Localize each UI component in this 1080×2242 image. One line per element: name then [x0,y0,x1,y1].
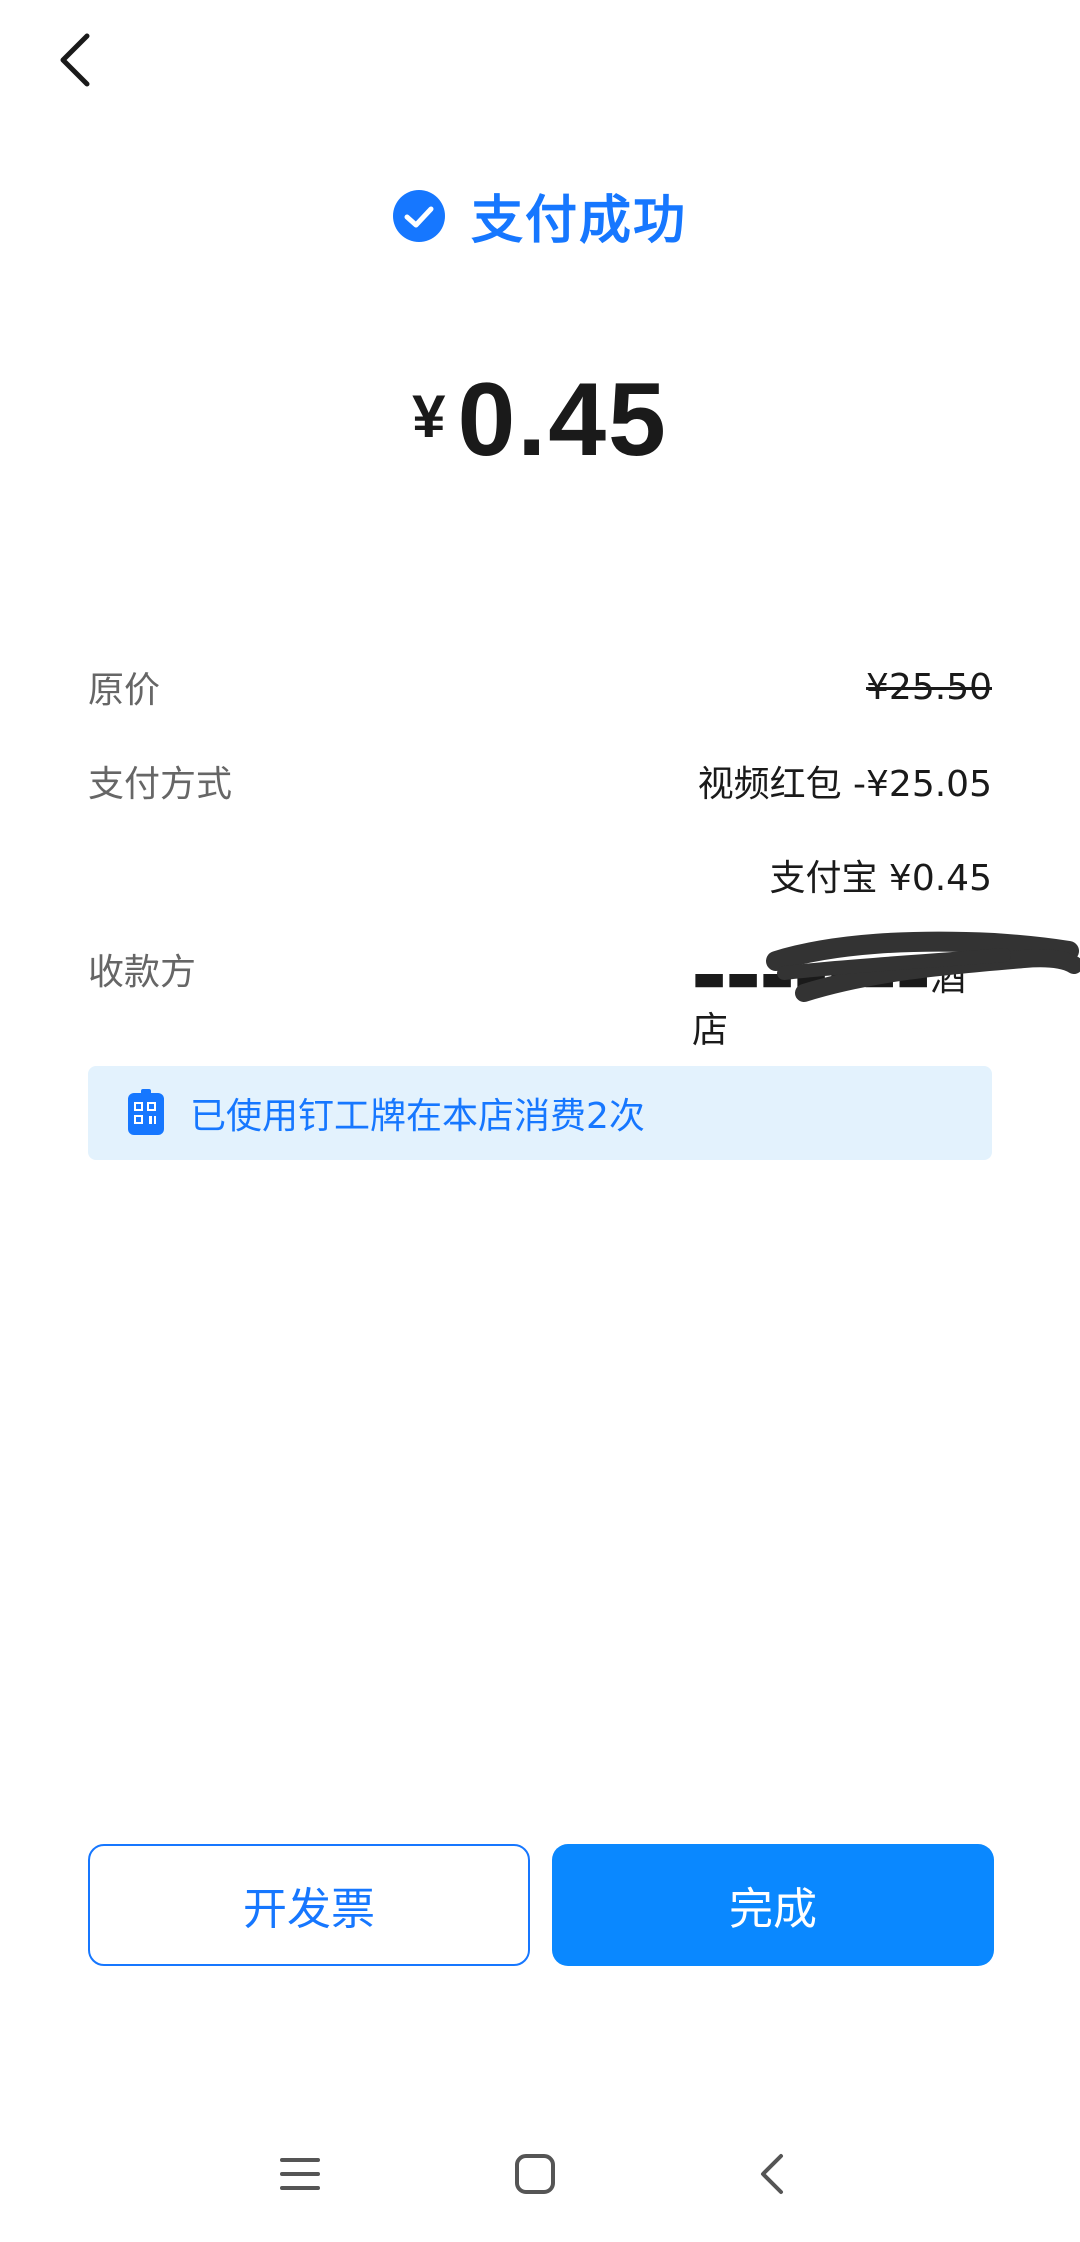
paid-amount: ¥ 0.45 [0,360,1080,480]
check-circle-icon [392,189,445,242]
payee-label: 收款方 [88,952,197,993]
badge-card-icon [126,1089,166,1137]
banner-text: 已使用钉工牌在本店消费2次 [190,1096,645,1137]
invoice-button[interactable]: 开发票 [88,1844,530,1966]
redaction-scribble [766,931,1080,1002]
system-nav-bar [0,2130,1080,2220]
payment-discount-value: 视频红包 -¥25.05 [697,764,992,805]
back-button[interactable] [40,20,110,100]
payee-value-redacted: ▬▬▬▬▬▬▬酒店 [692,931,1080,1051]
back-arrow-icon[interactable] [742,2144,802,2204]
loyalty-banner[interactable]: 已使用钉工牌在本店消费2次 [88,1066,992,1160]
home-square-icon[interactable] [505,2144,565,2204]
original-price-row: 原价 ¥25.50 [88,640,992,734]
payee-row: 收款方 ▬▬▬▬▬▬▬酒店 [88,922,1080,1051]
done-button[interactable]: 完成 [552,1844,994,1966]
payment-details: 原价 ¥25.50 支付方式 视频红包 -¥25.05 支付宝 ¥0.45 收款… [88,640,1080,1051]
chevron-left-icon [60,33,90,87]
status-title: 支付成功 [470,191,687,251]
original-price-value: ¥25.50 [866,666,992,708]
payment-method-label: 支付方式 [88,764,233,805]
payment-alipay-value: 支付宝 ¥0.45 [769,858,992,899]
payment-alipay-row: 支付宝 ¥0.45 [88,828,992,922]
payment-status: 支付成功 [0,178,1080,253]
amount-value: 0.45 [457,362,668,478]
original-price-label: 原价 [88,670,161,711]
menu-icon[interactable] [270,2144,330,2204]
payment-method-row: 支付方式 视频红包 -¥25.05 [88,734,992,828]
currency-symbol: ¥ [412,383,446,450]
